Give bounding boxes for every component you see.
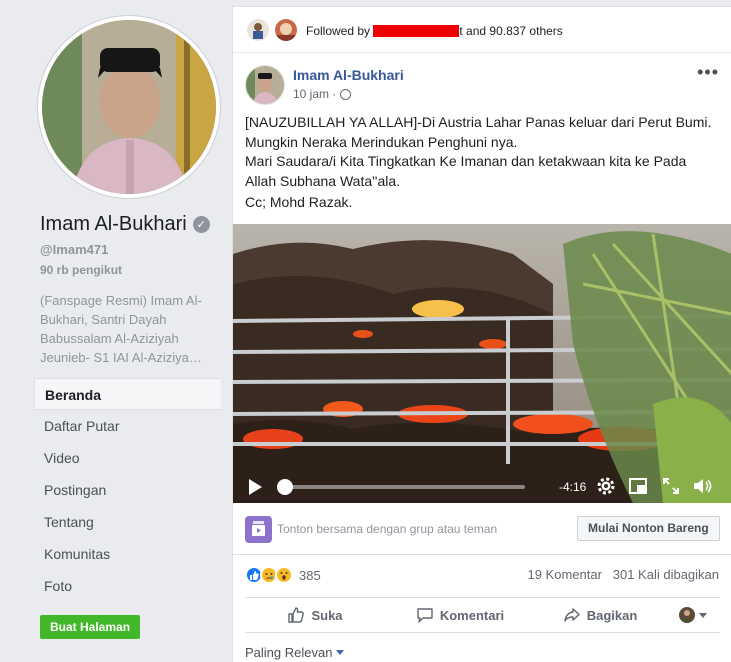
nav-item-komunitas[interactable]: Komunitas — [34, 538, 221, 570]
like-button[interactable]: Suka — [245, 598, 385, 632]
comment-count[interactable]: 19 Komentar — [527, 567, 601, 582]
profile-photo — [42, 20, 216, 194]
scrubber-handle[interactable] — [277, 479, 293, 495]
follower-count: 90 rb pengikut — [40, 263, 123, 277]
post-author-name[interactable]: Imam Al-Bukhari — [293, 67, 404, 83]
profile-picture[interactable] — [38, 16, 220, 198]
followed-by-suffix: t and 90.837 others — [459, 24, 563, 38]
watch-party-text: Tonton bersama dengan grup atau teman — [277, 522, 498, 536]
chevron-down-icon — [698, 612, 707, 618]
video-controls: -4:16 — [233, 467, 731, 503]
share-button[interactable]: Bagikan — [535, 598, 665, 632]
post-time-text: 10 jam · — [293, 87, 337, 101]
post-actions: Suka Komentari Bagikan — [245, 597, 720, 633]
start-watch-party-button[interactable]: Mulai Nonton Bareng — [577, 516, 720, 541]
post-as-selector[interactable] — [665, 598, 720, 632]
time-remaining: -4:16 — [559, 480, 587, 494]
nav-item-beranda[interactable]: Beranda — [34, 378, 221, 410]
watch-party-row: Tonton bersama dengan grup atau teman Mu… — [233, 503, 731, 555]
follower-avatar[interactable] — [247, 19, 269, 41]
page-sidebar: Imam Al-Bukhari ✓ @Imam471 90 rb pengiku… — [0, 0, 232, 662]
video-player[interactable]: -4:16 — [233, 224, 731, 503]
post-text-line: [NAUZUBILLAH YA ALLAH]-Di Austria Lahar … — [245, 114, 712, 130]
redacted-name — [373, 25, 460, 37]
thumbs-up-icon — [288, 607, 305, 623]
sort-label: Paling Relevan — [245, 645, 333, 660]
reaction-count: 385 — [299, 567, 321, 583]
verified-badge-icon: ✓ — [192, 216, 210, 233]
followed-by-text[interactable]: Followed by t and 90.837 others — [306, 24, 563, 38]
fullscreen-icon[interactable] — [660, 475, 682, 497]
video-scrubber[interactable] — [279, 485, 525, 489]
settings-gear-icon[interactable] — [595, 475, 617, 497]
nav-item-daftar-putar[interactable]: Daftar Putar — [34, 410, 221, 442]
comment-label: Komentari — [439, 607, 505, 623]
followed-by-prefix: Followed by — [306, 24, 371, 38]
nav-item-video[interactable]: Video — [34, 442, 221, 474]
comment-icon — [417, 608, 433, 623]
share-count[interactable]: 301 Kali dibagikan — [613, 567, 719, 582]
post-body: [NAUZUBILLAH YA ALLAH]-Di Austria Lahar … — [245, 113, 725, 191]
like-label: Suka — [311, 607, 343, 623]
chevron-down-icon — [336, 650, 345, 655]
globe-icon — [340, 88, 352, 100]
play-icon[interactable] — [249, 479, 262, 495]
nav-item-tentang[interactable]: Tentang — [34, 506, 221, 538]
more-options-icon[interactable]: ••• — [697, 62, 719, 83]
post-text-line: Mungkin Neraka Merindukan Penghuni nya. — [245, 133, 518, 150]
share-icon — [564, 608, 580, 622]
page-name-text: Imam Al-Bukhari — [40, 213, 187, 235]
page-handle[interactable]: @Imam471 — [40, 242, 108, 257]
post-cc: Cc; Mohd Razak. — [245, 194, 353, 210]
page-nav: Beranda Daftar Putar Video Postingan Ten… — [34, 378, 221, 602]
post-timestamp[interactable]: 10 jam · — [293, 87, 352, 101]
nav-item-postingan[interactable]: Postingan — [34, 474, 221, 506]
comment-button[interactable]: Komentari — [385, 598, 535, 632]
picture-in-picture-icon[interactable] — [627, 475, 649, 497]
nav-item-foto[interactable]: Foto — [34, 570, 221, 602]
volume-icon[interactable] — [691, 475, 713, 497]
reaction-summary[interactable]: 385 — [245, 563, 321, 587]
post-text-line: Allah Subhana Wata''ala. — [245, 172, 401, 189]
video-frame — [233, 224, 731, 503]
page-about: (Fanspage Resmi) Imam Al-Bukhari, Santri… — [40, 293, 202, 365]
post-card: Followed by t and 90.837 others Imam Al-… — [232, 6, 731, 662]
followed-by-row: Followed by t and 90.837 others — [233, 7, 731, 53]
watch-party-icon — [245, 516, 272, 543]
create-page-button[interactable]: Buat Halaman — [40, 615, 141, 639]
user-avatar-icon — [678, 607, 695, 623]
author-avatar[interactable] — [245, 65, 285, 105]
wow-reaction-icon — [275, 566, 293, 584]
comment-sort-dropdown[interactable]: Paling Relevan — [245, 645, 345, 660]
post-stats: 19 Komentar 301 Kali dibagikan — [527, 567, 719, 582]
post-text-line: Mari Saudara/i Kita Tingkatkan Ke Imanan… — [245, 153, 687, 169]
follower-avatar[interactable] — [275, 19, 297, 41]
share-label: Bagikan — [586, 607, 638, 623]
page-title[interactable]: Imam Al-Bukhari ✓ — [40, 213, 210, 236]
